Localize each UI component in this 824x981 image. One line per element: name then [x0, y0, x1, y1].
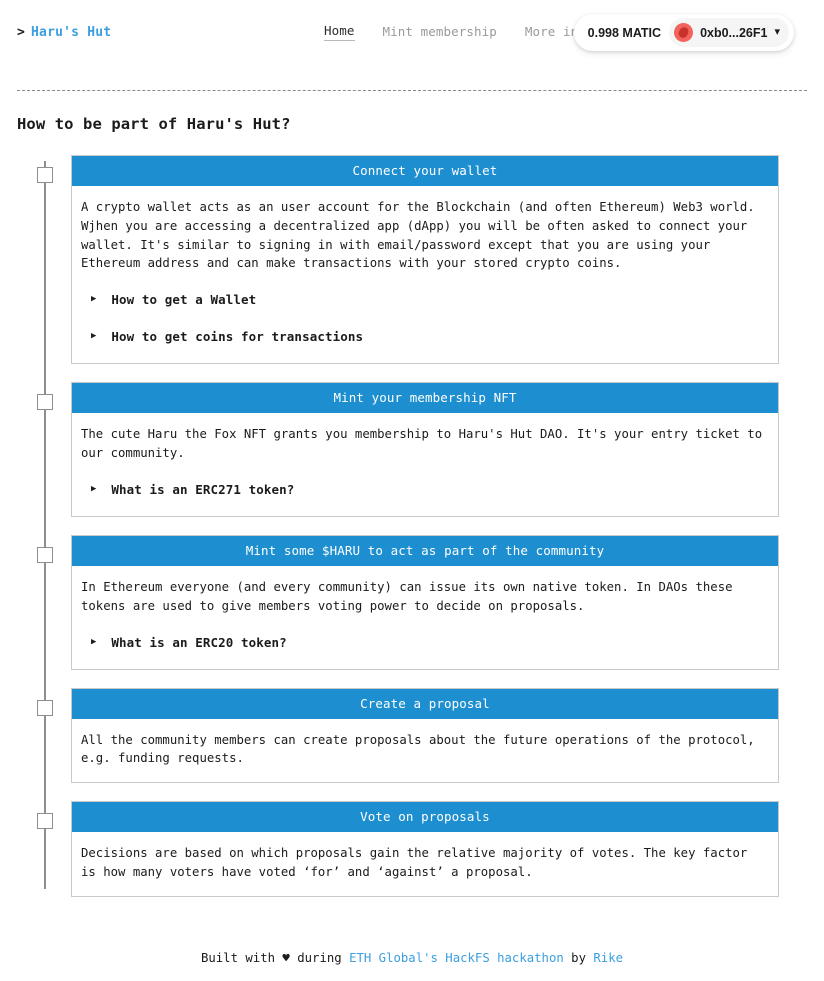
triangle-right-icon: ▶ [91, 331, 97, 342]
step-card-body: A crypto wallet acts as an user account … [72, 186, 778, 363]
step-card-text: In Ethereum everyone (and every communit… [81, 579, 740, 613]
footer-author-link[interactable]: Rike [593, 951, 623, 965]
timeline-rail [44, 161, 46, 889]
wallet-account-button[interactable]: 0xb0...26F1 ▾ [669, 18, 789, 47]
disclosure-how-to-get-a-wallet[interactable]: ▶ How to get a Wallet [81, 287, 769, 312]
step-card-body: All the community members can create pro… [72, 719, 778, 783]
steps-timeline: Connect your wallet A crypto wallet acts… [0, 155, 824, 897]
wallet-avatar-icon [674, 23, 694, 42]
step-card-body: In Ethereum everyone (and every communit… [72, 566, 778, 669]
timeline-marker [37, 394, 53, 411]
disclosure-label: What is an ERC20 token? [111, 634, 287, 650]
nav-link-home[interactable]: Home [324, 23, 355, 41]
triangle-right-icon: ▶ [91, 483, 97, 494]
step-card: Create a proposal All the community memb… [71, 687, 779, 784]
step-card-text: The cute Haru the Fox NFT grants you mem… [81, 427, 770, 461]
step-card: Mint your membership NFT The cute Haru t… [71, 382, 779, 517]
step-card-title: Connect your wallet [72, 156, 778, 186]
chevron-right-icon: > [17, 24, 26, 40]
chevron-down-icon: ▾ [774, 26, 780, 38]
timeline-marker [37, 167, 53, 183]
disclosure-list: ▶ What is an ERC20 token? [81, 630, 769, 655]
disclosure-label: How to get a Wallet [111, 292, 257, 308]
nav-links: Home Mint membership More info [324, 0, 594, 64]
step-card: Vote on proposals Decisions are based on… [71, 801, 779, 897]
step-card-body: The cute Haru the Fox NFT grants you mem… [72, 413, 778, 516]
step-card-title: Mint some $HARU to act as part of the co… [72, 535, 778, 566]
footer-by-label: by [571, 951, 586, 965]
timeline-step: Mint your membership NFT The cute Haru t… [37, 382, 779, 517]
disclosure-what-is-erc271[interactable]: ▶ What is an ERC271 token? [81, 477, 769, 502]
step-card-body: Decisions are based on which proposals g… [72, 832, 778, 896]
triangle-right-icon: ▶ [91, 636, 97, 647]
page-title: How to be part of Haru's Hut? [17, 115, 291, 133]
timeline-step: Create a proposal All the community memb… [37, 687, 779, 784]
wallet-balance-label: 0.998 MATIC [587, 25, 662, 40]
triangle-right-icon: ▶ [91, 294, 97, 305]
page-footer: Built with ♥ during ETH Global's HackFS … [0, 951, 824, 965]
timeline-marker [37, 699, 53, 716]
timeline-step: Mint some $HARU to act as part of the co… [37, 534, 779, 670]
timeline-marker [37, 813, 53, 830]
timeline-step: Vote on proposals Decisions are based on… [37, 801, 779, 897]
footer-built-with-label: Built with [200, 951, 276, 965]
disclosure-what-is-erc20[interactable]: ▶ What is an ERC20 token? [81, 630, 769, 655]
timeline-step: Connect your wallet A crypto wallet acts… [37, 155, 779, 365]
step-card-text: A crypto wallet acts as an user account … [81, 200, 763, 271]
disclosure-label: How to get coins for transactions [111, 329, 364, 345]
footer-during-label: during [297, 951, 342, 965]
disclosure-list: ▶ How to get a Wallet ▶ How to get coins… [81, 287, 769, 349]
step-card-text: Decisions are based on which proposals g… [81, 846, 755, 879]
step-card-title: Create a proposal [72, 688, 778, 719]
heart-icon: ♥ [282, 951, 290, 965]
footer-event-link[interactable]: ETH Global's HackFS hackathon [349, 951, 564, 965]
step-card: Connect your wallet A crypto wallet acts… [71, 155, 779, 365]
brand-name-label: Haru's Hut [31, 24, 112, 40]
wallet-widget[interactable]: 0.998 MATIC 0xb0...26F1 ▾ [573, 14, 794, 51]
brand-logo-link[interactable]: > Haru's Hut [17, 25, 111, 40]
step-card-title: Mint your membership NFT [72, 383, 778, 414]
timeline-marker [37, 546, 53, 563]
step-card-text: All the community members can create pro… [81, 732, 763, 766]
disclosure-list: ▶ What is an ERC271 token? [81, 477, 769, 502]
top-navigation-bar: > Haru's Hut Home Mint membership More i… [0, 0, 824, 64]
nav-link-mint-membership[interactable]: Mint membership [383, 24, 497, 41]
wallet-address-label: 0xb0...26F1 [700, 25, 768, 40]
disclosure-label: What is an ERC271 token? [111, 481, 295, 497]
step-card: Mint some $HARU to act as part of the co… [71, 534, 779, 670]
header-divider [17, 90, 807, 91]
step-card-title: Vote on proposals [72, 802, 778, 833]
disclosure-how-to-get-coins[interactable]: ▶ How to get coins for transactions [81, 324, 769, 349]
